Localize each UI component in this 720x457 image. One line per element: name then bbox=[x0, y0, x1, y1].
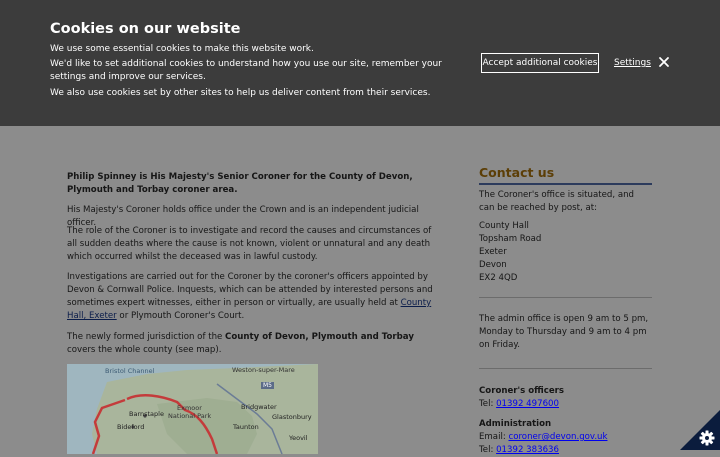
jurisdiction-map[interactable]: Bristol Channel Weston-super-Mare Exmoor… bbox=[67, 364, 318, 454]
map-label-bridgwater: Bridgwater bbox=[241, 403, 277, 411]
cookie-essential-text: We use some essential cookies to make th… bbox=[50, 44, 314, 54]
admin-title: Administration bbox=[479, 419, 552, 429]
cookie-banner-title: Cookies on our website bbox=[50, 21, 241, 37]
gear-icon bbox=[680, 410, 720, 450]
officers-phone: Tel: 01392 497600 bbox=[479, 399, 559, 409]
paragraph-jurisdiction: The newly formed jurisdiction of the Cou… bbox=[67, 332, 414, 355]
map-label-bristol-channel: Bristol Channel bbox=[105, 367, 155, 375]
accept-cookies-button[interactable]: Accept additional cookies bbox=[481, 53, 599, 73]
officers-title: Coroner's officers bbox=[479, 386, 565, 396]
map-label-m5: M5 bbox=[261, 382, 274, 389]
cookie-additional-text: We'd like to set additional cookies to u… bbox=[50, 59, 442, 82]
cookie-third-party-text: We also use cookies set by other sites t… bbox=[50, 88, 431, 98]
map-label-taunton: Taunton bbox=[233, 423, 259, 431]
address-line: Topsham Road bbox=[479, 234, 542, 244]
paragraph-investigations: Investigations are carried out for the C… bbox=[67, 272, 433, 321]
address-line: Exeter bbox=[479, 247, 507, 257]
divider bbox=[479, 297, 652, 298]
map-label-weston: Weston-super-Mare bbox=[232, 366, 295, 374]
office-situated-text: The Coroner's office is situated, and ca… bbox=[479, 190, 635, 213]
map-label-bideford: Bideford bbox=[117, 423, 145, 431]
admin-email-link[interactable]: coroner@devon.gov.uk bbox=[508, 432, 607, 442]
contact-heading: Contact us bbox=[479, 165, 555, 180]
admin-phone: Tel: 01392 383636 bbox=[479, 445, 559, 455]
paragraph-role: The role of the Coroner is to investigat… bbox=[67, 226, 432, 262]
contact-heading-rule bbox=[479, 183, 652, 185]
cookie-banner: Cookies on our website We use some essen… bbox=[0, 0, 720, 126]
close-icon[interactable] bbox=[657, 55, 671, 69]
cookie-settings-corner[interactable] bbox=[680, 410, 720, 450]
admin-phone-link[interactable]: 01392 383636 bbox=[496, 445, 559, 455]
map-label-national-park: National Park bbox=[168, 412, 212, 420]
map-label-glastonbury: Glastonbury bbox=[272, 413, 312, 421]
office-address: County Hall Topsham Road Exeter Devon EX… bbox=[479, 220, 651, 285]
map-label-exmoor: Exmoor bbox=[177, 404, 202, 412]
cookie-settings-link[interactable]: Settings bbox=[614, 58, 651, 68]
address-line: Devon bbox=[479, 260, 507, 270]
map-label-barnstaple: Barnstaple bbox=[129, 410, 164, 418]
address-line: County Hall bbox=[479, 221, 529, 231]
address-line: EX2 4QD bbox=[479, 273, 518, 283]
officers-phone-link[interactable]: 01392 497600 bbox=[496, 399, 559, 409]
intro-text: Philip Spinney is His Majesty's Senior C… bbox=[67, 172, 413, 195]
office-hours-text: The admin office is open 9 am to 5 pm, M… bbox=[479, 314, 649, 350]
map-label-yeovil: Yeovil bbox=[289, 434, 308, 442]
divider bbox=[479, 368, 652, 369]
admin-email: Email: coroner@devon.gov.uk bbox=[479, 432, 608, 442]
